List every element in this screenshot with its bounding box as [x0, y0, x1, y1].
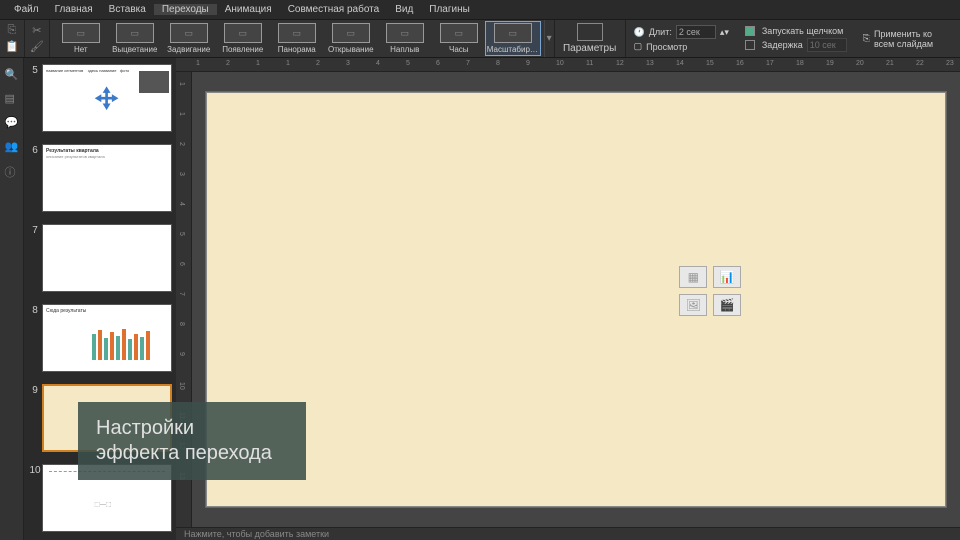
- slide-canvas[interactable]: ▦ 📊 🖼 🎬: [206, 92, 946, 507]
- menubar: ФайлГлавнаяВставкаПереходыАнимацияСовмес…: [0, 0, 960, 20]
- slide-thumb-wrap: 5название сегментов здесь название фото: [24, 62, 176, 142]
- comments-icon[interactable]: 💬: [5, 116, 19, 130]
- image-icon[interactable]: 🖼: [679, 294, 707, 316]
- apply-all-icon: ⎘: [863, 33, 870, 44]
- transition-label: Задвигание: [167, 45, 210, 54]
- transition-label: Открывание: [328, 45, 374, 54]
- transition-preview-icon: ▭: [494, 23, 532, 43]
- caption-line2: эффекта перехода: [96, 441, 288, 466]
- parameters-button[interactable]: Параметры: [561, 23, 619, 54]
- slide-number: 7: [28, 224, 42, 292]
- slide-number: 10: [28, 464, 42, 532]
- slide-thumb[interactable]: Сюда результаты: [42, 304, 172, 372]
- transition-preview-icon: ▭: [170, 23, 208, 43]
- clipboard-tools: ⎘ 📋: [0, 20, 25, 57]
- paste-icon[interactable]: 📋: [5, 40, 19, 54]
- copy-icon[interactable]: ⎘: [5, 24, 19, 38]
- transition-label: Появление: [222, 45, 263, 54]
- content-placeholder-group: ▦ 📊 🖼 🎬: [679, 266, 741, 316]
- preview-button[interactable]: Просмотр: [646, 42, 687, 52]
- ribbon-toolbar: ⎘ 📋 ✂ 🖌 ▭ Нет ▭ Выцветание ▭ Задвигание ▭ Появл…: [0, 20, 960, 58]
- transition-preview-icon: ▭: [116, 23, 154, 43]
- delay-label: Задержка: [762, 40, 803, 50]
- slide-thumb-wrap: 6Результаты кварталаописание результатов…: [24, 142, 176, 222]
- duration-label: Длит:: [649, 27, 672, 37]
- preview-icon: ▢: [634, 41, 643, 52]
- cut-icon[interactable]: ✂: [30, 24, 44, 38]
- transition-preview-icon: ▭: [62, 23, 100, 43]
- canvas-wrap: ▦ 📊 🖼 🎬: [192, 72, 960, 527]
- transition-6[interactable]: ▭ Наплыв: [378, 22, 432, 55]
- transition-label: Панорама: [278, 45, 316, 54]
- menu-item-7[interactable]: Плагины: [421, 4, 478, 15]
- transition-preview-icon: ▭: [440, 23, 478, 43]
- menu-item-0[interactable]: Файл: [6, 4, 47, 15]
- left-rail: 🔍 ▤ 💬 👥 ⓘ: [0, 58, 24, 540]
- table-icon[interactable]: ▦: [679, 266, 707, 288]
- parameters-section: Параметры: [554, 20, 625, 57]
- transition-label: Выцветание: [112, 45, 157, 54]
- notes-prompt[interactable]: Нажмите, чтобы добавить заметки: [176, 527, 960, 540]
- menu-item-1[interactable]: Главная: [47, 4, 101, 15]
- chart-icon[interactable]: 📊: [713, 266, 741, 288]
- timing-section: 🕐 Длит: ▴▾ ▢ Просмотр: [625, 20, 737, 57]
- clipboard-tools-2: ✂ 🖌: [25, 20, 50, 57]
- info-icon[interactable]: ⓘ: [5, 164, 19, 178]
- duration-input[interactable]: [676, 25, 716, 39]
- delay-input[interactable]: [807, 38, 847, 52]
- transitions-gallery: ▭ Нет ▭ Выцветание ▭ Задвигание ▭ Появление ▭ Пан…: [50, 20, 544, 57]
- search-icon[interactable]: 🔍: [5, 68, 19, 82]
- transition-5[interactable]: ▭ Открывание: [324, 22, 378, 55]
- click-label: Запускать щелчком: [762, 26, 843, 36]
- parameters-icon: [577, 23, 603, 41]
- chat-icon[interactable]: 👥: [5, 140, 19, 154]
- transition-0[interactable]: ▭ Нет: [54, 22, 108, 55]
- menu-item-5[interactable]: Совместная работа: [280, 4, 388, 15]
- slide-number: 8: [28, 304, 42, 372]
- menu-item-6[interactable]: Вид: [387, 4, 421, 15]
- slides-icon[interactable]: ▤: [5, 92, 19, 106]
- slide-thumb[interactable]: название сегментов здесь название фото: [42, 64, 172, 132]
- start-section: Запускать щелчком Задержка: [737, 20, 855, 57]
- caption-overlay: Настройки эффекта перехода: [78, 402, 306, 480]
- transition-preview-icon: ▭: [224, 23, 262, 43]
- slide-thumb[interactable]: [42, 224, 172, 292]
- transition-label: Наплыв: [390, 45, 419, 54]
- click-checkbox[interactable]: [745, 26, 755, 36]
- apply-all-button[interactable]: Применить ко всем слайдам: [874, 29, 952, 49]
- parameters-label: Параметры: [563, 43, 616, 54]
- transition-2[interactable]: ▭ Задвигание: [162, 22, 216, 55]
- stepper-icon[interactable]: ▴▾: [720, 27, 729, 38]
- menu-item-3[interactable]: Переходы: [154, 4, 217, 15]
- slide-number: 6: [28, 144, 42, 212]
- transition-3[interactable]: ▭ Появление: [216, 22, 270, 55]
- slide-thumb-wrap: 8Сюда результаты: [24, 302, 176, 382]
- menu-item-2[interactable]: Вставка: [101, 4, 154, 15]
- transition-1[interactable]: ▭ Выцветание: [108, 22, 162, 55]
- slide-thumb-wrap: 7: [24, 222, 176, 302]
- delay-checkbox[interactable]: [745, 40, 755, 50]
- slide-thumb[interactable]: Результаты кварталаописание результатов …: [42, 144, 172, 212]
- format-painter-icon[interactable]: 🖌: [30, 40, 44, 54]
- transition-preview-icon: ▭: [278, 23, 316, 43]
- slide-number: 9: [28, 384, 42, 452]
- transition-preview-icon: ▭: [332, 23, 370, 43]
- transition-label: Масштабиров...: [487, 45, 539, 54]
- caption-line1: Настройки: [96, 416, 288, 441]
- transition-4[interactable]: ▭ Панорама: [270, 22, 324, 55]
- horizontal-ruler: 1211234567891011121314151617181920212223…: [176, 58, 960, 72]
- clock-icon: 🕐: [634, 27, 645, 38]
- gallery-more-button[interactable]: ▾: [544, 20, 554, 57]
- transition-label: Нет: [74, 45, 88, 54]
- menu-item-4[interactable]: Анимация: [217, 4, 280, 15]
- media-icon[interactable]: 🎬: [713, 294, 741, 316]
- transition-7[interactable]: ▭ Часы: [432, 22, 486, 55]
- transition-label: Часы: [449, 45, 469, 54]
- transition-8[interactable]: ▭ Масштабиров...: [486, 22, 540, 55]
- apply-section: ⎘ Применить ко всем слайдам: [855, 20, 960, 57]
- slide-number: 5: [28, 64, 42, 132]
- transition-preview-icon: ▭: [386, 23, 424, 43]
